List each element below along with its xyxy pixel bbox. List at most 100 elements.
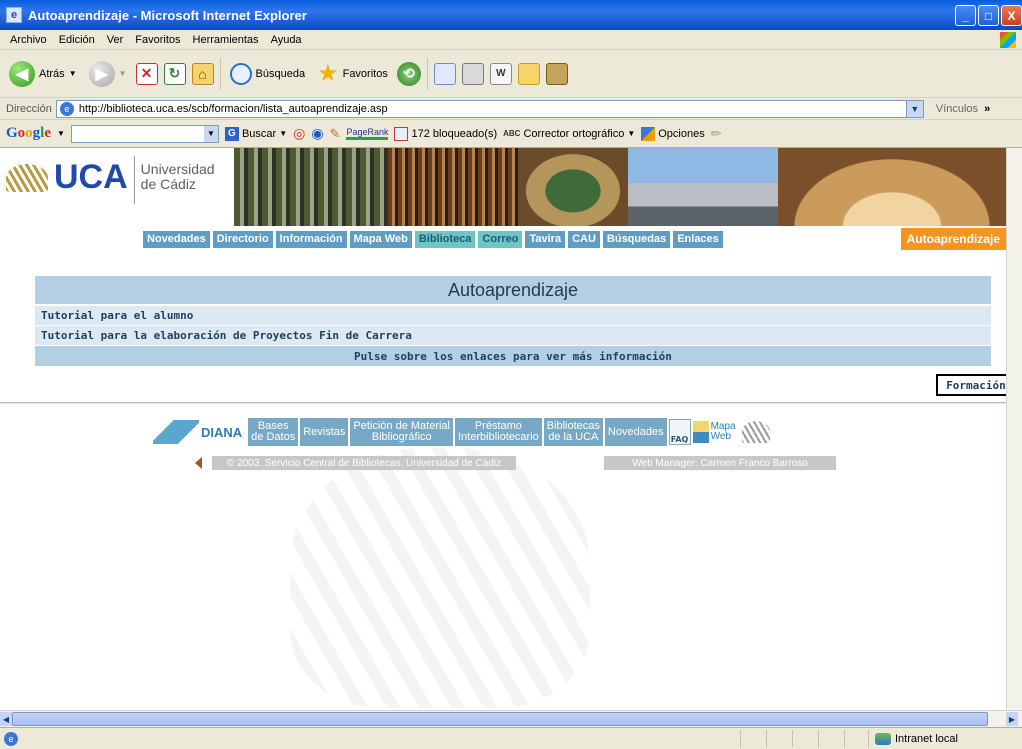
footer-mapa-web[interactable]: Mapa Web [692,421,736,443]
search-icon [229,62,252,85]
pencil-icon[interactable]: ✏ [711,126,722,142]
links-label[interactable]: Vínculos [936,103,978,115]
folder-icon[interactable] [517,62,540,85]
globe-icon[interactable]: ◉ [311,125,323,142]
formacion-button[interactable]: Formación [936,374,1006,396]
header-photo [234,148,388,226]
footer-revistas[interactable]: Revistas [300,418,349,446]
back-button[interactable]: ◀ Atrás ▼ [6,59,80,89]
menu-ayuda[interactable]: Ayuda [265,34,308,46]
nav-biblioteca[interactable]: Biblioteca [414,231,476,248]
nav-items: Novedades Directorio Información Mapa We… [143,231,723,248]
address-input[interactable]: e http://biblioteca.uca.es/scb/formacion… [55,99,924,118]
logo-letter: e [44,125,52,141]
nav-novedades[interactable]: Novedades [143,231,210,248]
nav-mapa-web[interactable]: Mapa Web [349,231,412,248]
favorites-button[interactable]: ★ Favoritos [314,57,391,90]
highlight-icon[interactable]: ✎ [330,126,341,142]
popup-blocked-icon [394,126,409,141]
footer-peticion-material[interactable]: Petición de Material Bibliográfico [350,418,453,446]
edit-icon[interactable]: W [489,62,512,85]
search-label: Búsqueda [255,67,306,80]
uca-mark: UCA [6,158,128,197]
google-search-input[interactable]: ▼ [70,124,219,143]
background-watermark [290,448,590,708]
uca-wings-icon [741,421,770,443]
spellcheck-dropdown-icon[interactable]: ▼ [627,129,635,138]
refresh-icon[interactable]: ↻ [163,62,186,85]
site-header: UCA Universidad de Cádiz [0,148,1006,230]
google-search-dropdown-icon[interactable]: ▼ [203,125,218,142]
research-icon[interactable] [545,62,568,85]
google-search-button[interactable]: G Buscar ▼ [224,126,287,141]
google-logo[interactable]: Google [6,125,51,142]
scroll-left-icon[interactable]: ◀ [0,712,12,726]
forward-button[interactable]: ▶ ▼ [86,59,130,89]
status-cell [740,730,766,747]
nav-correo[interactable]: Correo [478,231,523,248]
back-arrow-icon[interactable] [195,457,202,469]
footer-prestamo[interactable]: Préstamo Interbibliotecario [455,418,542,446]
popup-blocker[interactable]: 172 bloqueado(s) [394,126,497,141]
uca-logo[interactable]: UCA Universidad de Cádiz [6,154,236,226]
nav-tavira[interactable]: Tavira [525,231,566,248]
spellcheck-button[interactable]: ABC Corrector ortográfico ▼ [503,128,635,140]
status-cell [844,730,870,747]
close-button[interactable]: X [1001,5,1022,26]
faq-icon[interactable]: FAQ [668,419,691,445]
nav-directorio[interactable]: Directorio [212,231,273,248]
home-icon[interactable]: ⌂ [191,62,214,85]
webmanager[interactable]: Web Manager: Carmen Franco Barroso [604,456,836,470]
footer-novedades[interactable]: Novedades [604,418,667,446]
menu-edicion[interactable]: Edición [53,34,101,46]
security-zone[interactable]: Intranet local [868,730,958,747]
history-icon[interactable]: ⟲ [396,61,421,86]
toolbar-separator [219,57,221,90]
diana-logo[interactable]: DIANA [153,420,242,444]
page-status-icon: e [4,731,18,746]
page-icon: e [59,101,74,116]
scroll-thumb[interactable] [12,712,988,726]
sitemap-icon [692,421,709,443]
nav-busquedas[interactable]: Búsquedas [602,231,671,248]
address-bar: Dirección e http://biblioteca.uca.es/scb… [0,98,1022,120]
menu-ver[interactable]: Ver [101,34,130,46]
menu-herramientas[interactable]: Herramientas [187,34,265,46]
link-tutorial-proyectos[interactable]: Tutorial para la elaboración de Proyecto… [35,326,991,346]
search-button[interactable]: Búsqueda [227,61,309,87]
menu-archivo[interactable]: Archivo [4,34,53,46]
minimize-button[interactable]: _ [955,5,976,26]
footer-bases-de-datos[interactable]: Bases de Datos [248,418,299,446]
google-search-dropdown-icon[interactable]: ▼ [279,129,287,138]
footer: DIANA Bases de Datos Revistas Petición d… [153,416,873,470]
scroll-right-icon[interactable]: ▶ [1006,712,1018,726]
forward-dropdown-icon[interactable]: ▼ [119,69,127,78]
stop-icon[interactable]: ✕ [135,62,158,85]
university-name-line1: Universidad [140,161,215,177]
menu-favoritos[interactable]: Favoritos [129,34,186,46]
mail-icon[interactable] [433,62,456,85]
windows-logo-icon [1000,32,1016,48]
logo-divider [133,156,135,204]
spiral-icon[interactable]: ◎ [293,125,305,142]
options-button[interactable]: Opciones [641,126,705,141]
footer-bibliotecas[interactable]: Bibliotecas de la UCA [543,418,603,446]
nav-cau[interactable]: CAU [568,231,600,248]
back-dropdown-icon[interactable]: ▼ [69,69,77,78]
print-icon[interactable] [461,62,484,85]
maximize-button[interactable]: □ [978,5,999,26]
nav-informacion[interactable]: Información [275,231,347,248]
spellcheck-icon: ABC [503,129,521,138]
vertical-scrollbar[interactable] [1006,148,1022,710]
google-menu-icon[interactable]: ▼ [57,129,65,138]
links-more-icon[interactable]: » [984,103,990,115]
link-tutorial-alumno[interactable]: Tutorial para el alumno [35,306,991,326]
menubar: Archivo Edición Ver Favoritos Herramient… [0,30,1022,50]
mapa-label: Mapa Web [711,422,736,442]
address-dropdown-icon[interactable]: ▼ [905,100,923,117]
nav-enlaces[interactable]: Enlaces [673,231,723,248]
page-title: Autoaprendizaje [35,276,991,306]
header-photo [518,148,628,226]
horizontal-scrollbar[interactable]: ◀ ▶ [0,710,1022,727]
intranet-icon [875,732,891,745]
